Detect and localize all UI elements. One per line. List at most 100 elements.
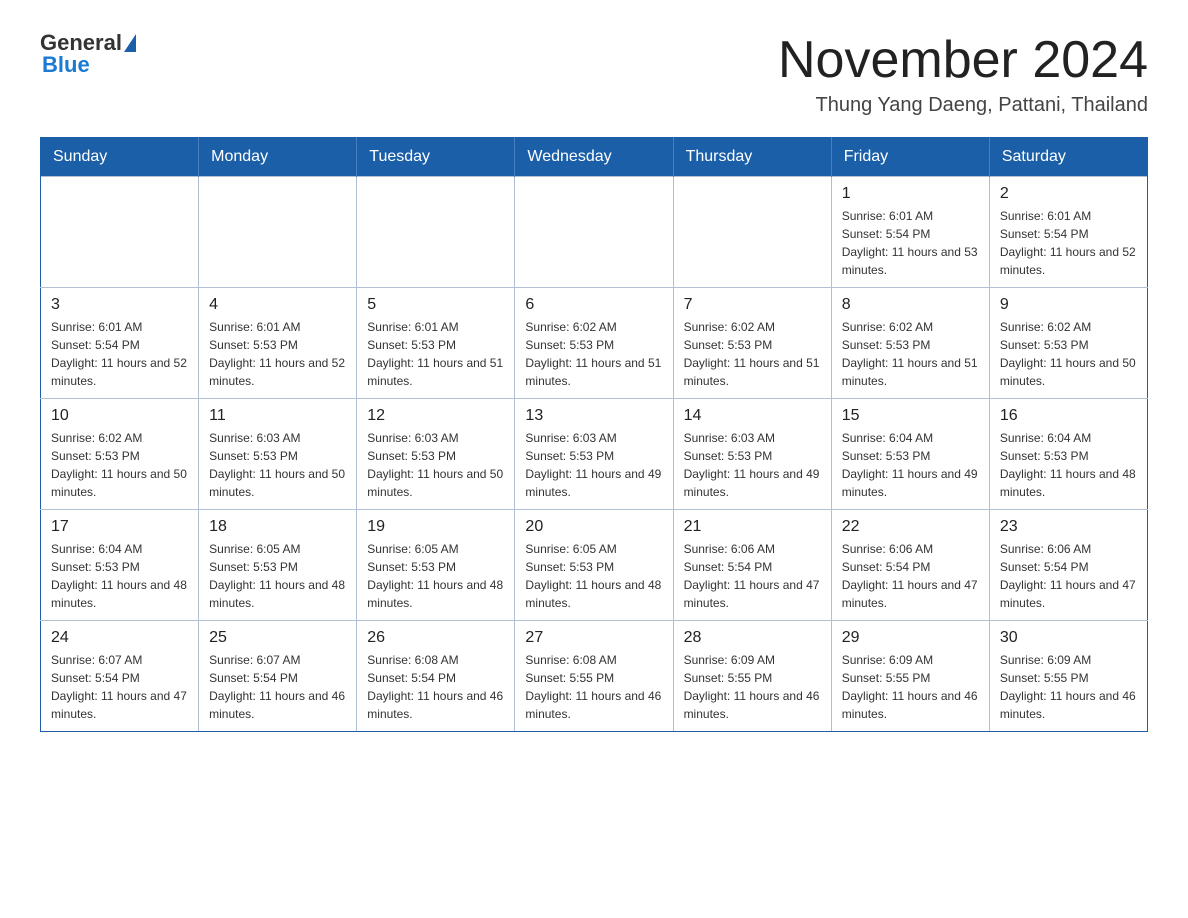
calendar-day-header: Monday: [199, 138, 357, 177]
day-info: Sunrise: 6:02 AMSunset: 5:53 PMDaylight:…: [1000, 318, 1137, 390]
day-info: Sunrise: 6:03 AMSunset: 5:53 PMDaylight:…: [209, 429, 346, 501]
day-number: 18: [209, 518, 346, 536]
calendar-day-cell: 21Sunrise: 6:06 AMSunset: 5:54 PMDayligh…: [673, 510, 831, 621]
day-info: Sunrise: 6:01 AMSunset: 5:54 PMDaylight:…: [51, 318, 188, 390]
day-number: 14: [684, 407, 821, 425]
calendar-day-cell: 8 Sunrise: 6:02 AMSunset: 5:53 PMDaylight…: [831, 288, 989, 399]
day-number: 3: [51, 296, 188, 314]
day-info: Sunrise: 6:03 AMSunset: 5:53 PMDaylight:…: [684, 429, 821, 501]
day-number: 12: [367, 407, 504, 425]
day-number: 1: [842, 185, 979, 203]
calendar-day-cell: 1 Sunrise: 6:01 AMSunset: 5:54 PMDaylight…: [831, 177, 989, 288]
day-info: Sunrise: 6:05 AMSunset: 5:53 PMDaylight:…: [525, 540, 662, 612]
calendar-week-row: 24 Sunrise: 6:07 AMSunset: 5:54 PMDayligh…: [41, 621, 1148, 732]
day-number: 26: [367, 629, 504, 647]
day-info: Sunrise: 6:07 AMSunset: 5:54 PMDaylight:…: [51, 651, 188, 723]
calendar-day-header: Friday: [831, 138, 989, 177]
day-info: Sunrise: 6:03 AMSunset: 5:53 PMDaylight:…: [367, 429, 504, 501]
day-number: 27: [525, 629, 662, 647]
calendar-day-header: Wednesday: [515, 138, 673, 177]
calendar-day-cell: 12 Sunrise: 6:03 AMSunset: 5:53 PMDayligh…: [357, 399, 515, 510]
day-info: Sunrise: 6:03 AMSunset: 5:53 PMDaylight:…: [525, 429, 662, 501]
logo: General Blue: [40, 30, 138, 78]
day-number: 23: [1000, 518, 1137, 536]
day-number: 13: [525, 407, 662, 425]
calendar-day-header: Sunday: [41, 138, 199, 177]
day-number: 22: [842, 518, 979, 536]
calendar-day-cell: 14 Sunrise: 6:03 AMSunset: 5:53 PMDayligh…: [673, 399, 831, 510]
calendar-day-cell: 7Sunrise: 6:02 AMSunset: 5:53 PMDaylight…: [673, 288, 831, 399]
calendar-day-cell: [357, 177, 515, 288]
day-number: 4: [209, 296, 346, 314]
calendar-day-cell: 22 Sunrise: 6:06 AMSunset: 5:54 PMDayligh…: [831, 510, 989, 621]
day-number: 19: [367, 518, 504, 536]
day-info: Sunrise: 6:04 AMSunset: 5:53 PMDaylight:…: [1000, 429, 1137, 501]
calendar-day-cell: 23Sunrise: 6:06 AMSunset: 5:54 PMDayligh…: [989, 510, 1147, 621]
calendar-day-cell: 18Sunrise: 6:05 AMSunset: 5:53 PMDayligh…: [199, 510, 357, 621]
day-info: Sunrise: 6:01 AMSunset: 5:53 PMDaylight:…: [367, 318, 504, 390]
day-number: 16: [1000, 407, 1137, 425]
day-info: Sunrise: 6:07 AMSunset: 5:54 PMDaylight:…: [209, 651, 346, 723]
calendar-day-header: Saturday: [989, 138, 1147, 177]
calendar-day-cell: [673, 177, 831, 288]
calendar-day-cell: 16 Sunrise: 6:04 AMSunset: 5:53 PMDayligh…: [989, 399, 1147, 510]
day-number: 10: [51, 407, 188, 425]
day-info: Sunrise: 6:05 AMSunset: 5:53 PMDaylight:…: [367, 540, 504, 612]
calendar-day-header: Tuesday: [357, 138, 515, 177]
calendar-day-cell: 19 Sunrise: 6:05 AMSunset: 5:53 PMDayligh…: [357, 510, 515, 621]
calendar-week-row: 17 Sunrise: 6:04 AMSunset: 5:53 PMDayligh…: [41, 510, 1148, 621]
day-number: 24: [51, 629, 188, 647]
day-info: Sunrise: 6:02 AMSunset: 5:53 PMDaylight:…: [684, 318, 821, 390]
calendar-day-cell: 24 Sunrise: 6:07 AMSunset: 5:54 PMDayligh…: [41, 621, 199, 732]
calendar-day-cell: 30 Sunrise: 6:09 AMSunset: 5:55 PMDayligh…: [989, 621, 1147, 732]
day-number: 30: [1000, 629, 1137, 647]
calendar-day-cell: 10 Sunrise: 6:02 AMSunset: 5:53 PMDayligh…: [41, 399, 199, 510]
calendar-day-cell: 5 Sunrise: 6:01 AMSunset: 5:53 PMDaylight…: [357, 288, 515, 399]
day-number: 11: [209, 407, 346, 425]
day-number: 20: [525, 518, 662, 536]
calendar-day-cell: 20 Sunrise: 6:05 AMSunset: 5:53 PMDayligh…: [515, 510, 673, 621]
calendar-week-row: 1 Sunrise: 6:01 AMSunset: 5:54 PMDaylight…: [41, 177, 1148, 288]
day-info: Sunrise: 6:01 AMSunset: 5:54 PMDaylight:…: [842, 207, 979, 279]
calendar-day-cell: [41, 177, 199, 288]
calendar-day-cell: 3 Sunrise: 6:01 AMSunset: 5:54 PMDaylight…: [41, 288, 199, 399]
day-info: Sunrise: 6:01 AMSunset: 5:53 PMDaylight:…: [209, 318, 346, 390]
day-info: Sunrise: 6:09 AMSunset: 5:55 PMDaylight:…: [684, 651, 821, 723]
calendar-day-cell: 29Sunrise: 6:09 AMSunset: 5:55 PMDayligh…: [831, 621, 989, 732]
calendar-day-cell: 4 Sunrise: 6:01 AMSunset: 5:53 PMDaylight…: [199, 288, 357, 399]
day-info: Sunrise: 6:09 AMSunset: 5:55 PMDaylight:…: [1000, 651, 1137, 723]
logo-blue-text: Blue: [42, 52, 90, 77]
day-number: 8: [842, 296, 979, 314]
calendar-day-header: Thursday: [673, 138, 831, 177]
calendar-table: SundayMondayTuesdayWednesdayThursdayFrid…: [40, 137, 1148, 732]
calendar-day-cell: 17 Sunrise: 6:04 AMSunset: 5:53 PMDayligh…: [41, 510, 199, 621]
calendar-day-cell: 25Sunrise: 6:07 AMSunset: 5:54 PMDayligh…: [199, 621, 357, 732]
day-number: 6: [525, 296, 662, 314]
calendar-day-cell: 11 Sunrise: 6:03 AMSunset: 5:53 PMDayligh…: [199, 399, 357, 510]
day-info: Sunrise: 6:01 AMSunset: 5:54 PMDaylight:…: [1000, 207, 1137, 279]
title-section: November 2024 Thung Yang Daeng, Pattani,…: [778, 30, 1148, 117]
calendar-week-row: 3 Sunrise: 6:01 AMSunset: 5:54 PMDaylight…: [41, 288, 1148, 399]
day-number: 28: [684, 629, 821, 647]
day-number: 17: [51, 518, 188, 536]
day-number: 29: [842, 629, 979, 647]
day-info: Sunrise: 6:02 AMSunset: 5:53 PMDaylight:…: [51, 429, 188, 501]
calendar-day-cell: 13 Sunrise: 6:03 AMSunset: 5:53 PMDayligh…: [515, 399, 673, 510]
calendar-header-row: SundayMondayTuesdayWednesdayThursdayFrid…: [41, 138, 1148, 177]
calendar-week-row: 10 Sunrise: 6:02 AMSunset: 5:53 PMDayligh…: [41, 399, 1148, 510]
day-info: Sunrise: 6:06 AMSunset: 5:54 PMDaylight:…: [842, 540, 979, 612]
day-number: 9: [1000, 296, 1137, 314]
day-info: Sunrise: 6:02 AMSunset: 5:53 PMDaylight:…: [525, 318, 662, 390]
day-info: Sunrise: 6:02 AMSunset: 5:53 PMDaylight:…: [842, 318, 979, 390]
day-number: 2: [1000, 185, 1137, 203]
day-number: 5: [367, 296, 504, 314]
calendar-day-cell: 2 Sunrise: 6:01 AMSunset: 5:54 PMDaylight…: [989, 177, 1147, 288]
calendar-day-cell: 26 Sunrise: 6:08 AMSunset: 5:54 PMDayligh…: [357, 621, 515, 732]
day-number: 15: [842, 407, 979, 425]
day-number: 21: [684, 518, 821, 536]
day-info: Sunrise: 6:08 AMSunset: 5:54 PMDaylight:…: [367, 651, 504, 723]
day-info: Sunrise: 6:04 AMSunset: 5:53 PMDaylight:…: [51, 540, 188, 612]
calendar-day-cell: 27Sunrise: 6:08 AMSunset: 5:55 PMDayligh…: [515, 621, 673, 732]
page-header: General Blue November 2024 Thung Yang Da…: [40, 30, 1148, 117]
location-subtitle: Thung Yang Daeng, Pattani, Thailand: [778, 94, 1148, 117]
